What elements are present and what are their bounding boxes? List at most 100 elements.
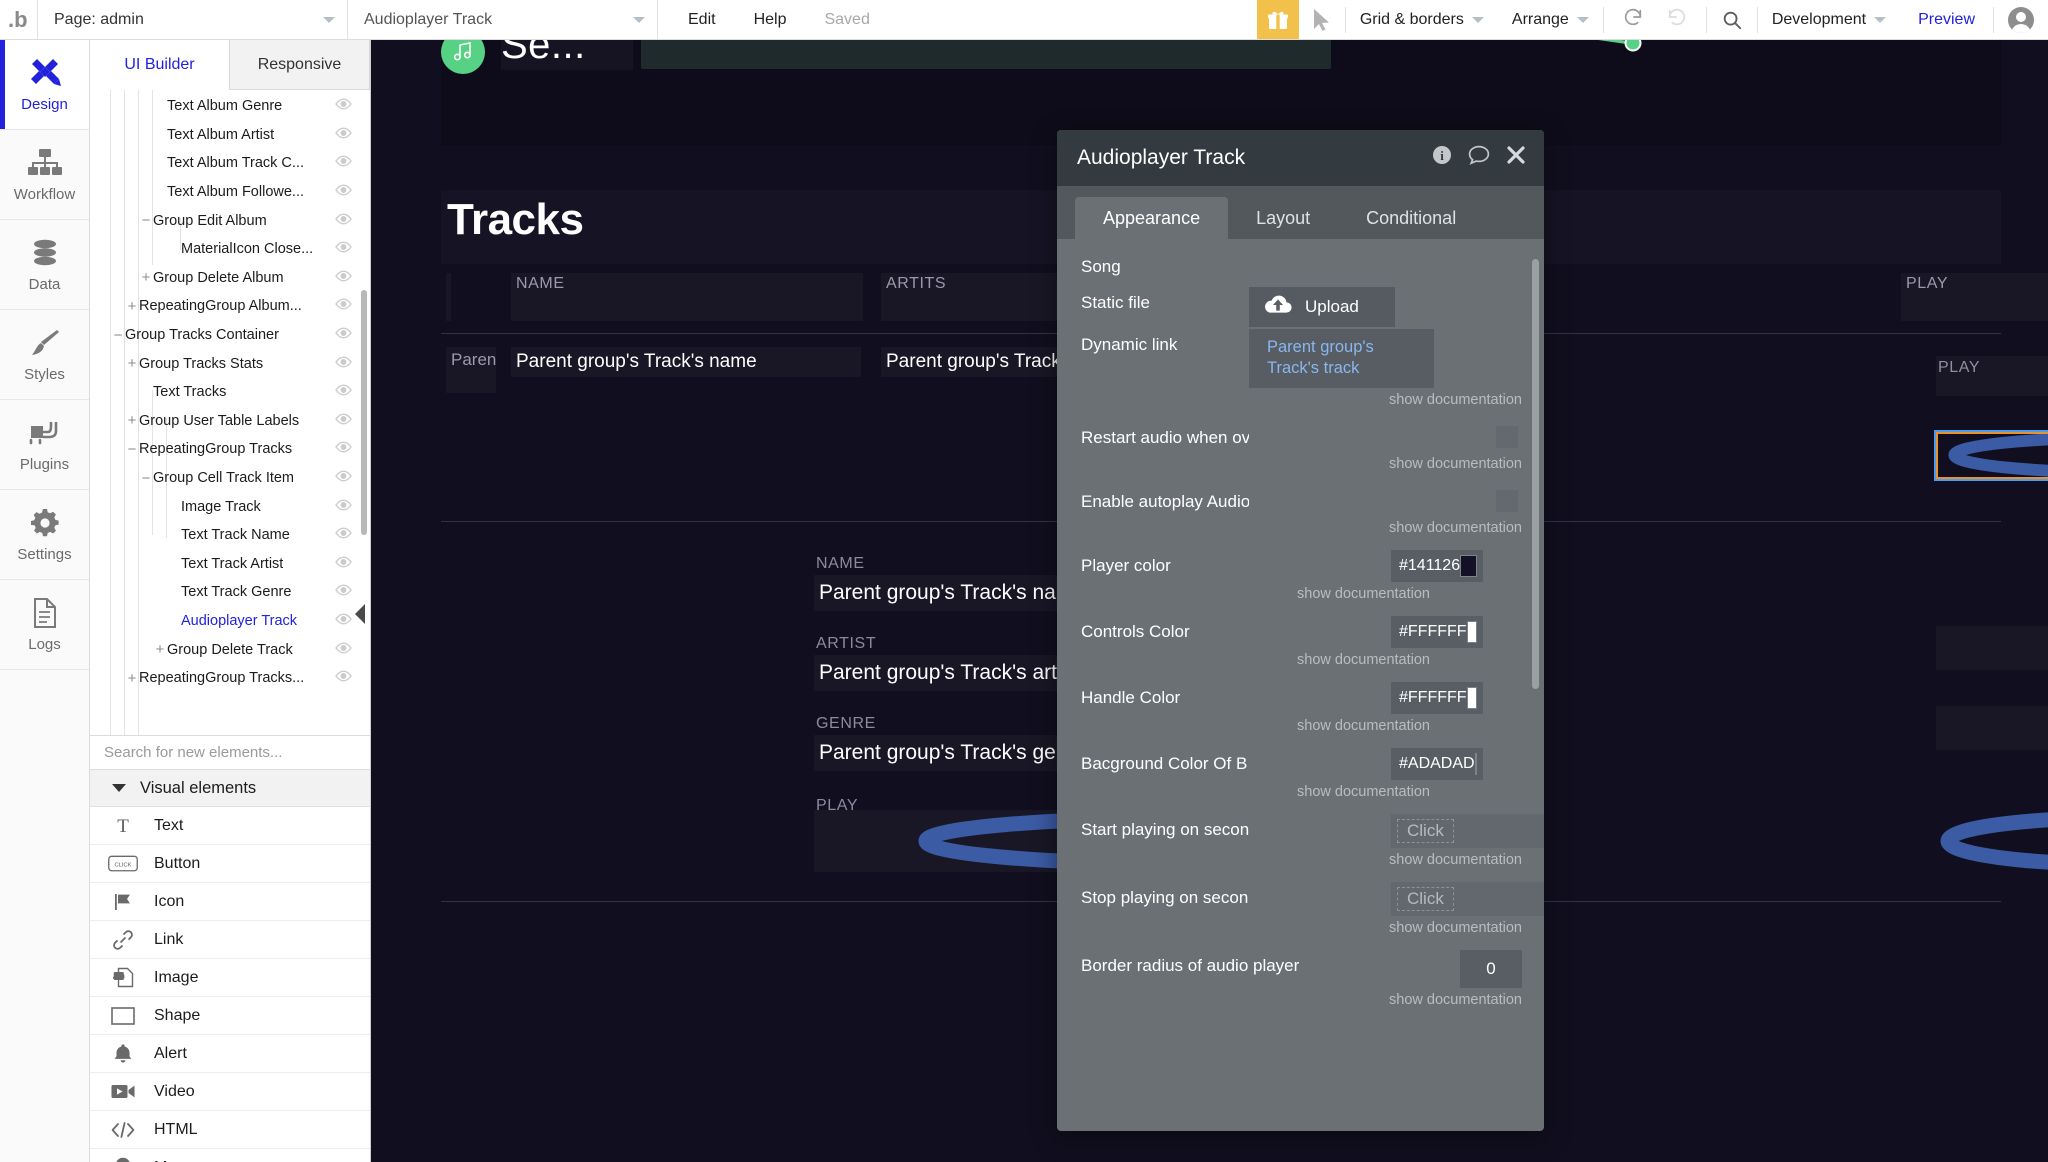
sidebar-item-settings[interactable]: Settings	[0, 490, 89, 580]
tree-toggle-icon[interactable]: −	[140, 470, 152, 487]
comment-icon[interactable]	[1468, 145, 1490, 171]
visual-element-html[interactable]: HTML	[90, 1111, 370, 1149]
show-documentation-link[interactable]: show documentation	[1081, 992, 1522, 1008]
tree-node[interactable]: − Group Cell Track Item	[90, 464, 370, 493]
redo-icon[interactable]	[1666, 6, 1688, 33]
tree-toggle-icon[interactable]: −	[140, 212, 152, 229]
workflow-click-field[interactable]: Click	[1391, 813, 1544, 848]
tree-toggle-icon[interactable]: +	[126, 412, 138, 429]
eye-visibility-icon[interactable]	[335, 384, 352, 400]
eye-visibility-icon[interactable]	[335, 127, 352, 143]
tree-node[interactable]: Text Track Genre	[90, 578, 370, 607]
arrange-menu[interactable]: Arrange	[1498, 0, 1603, 40]
tree-node[interactable]: Text Album Artist	[90, 121, 370, 150]
tree-scrollbar[interactable]	[361, 290, 367, 535]
tree-toggle-icon[interactable]: +	[154, 641, 166, 658]
eye-visibility-icon[interactable]	[335, 356, 352, 372]
undo-icon[interactable]	[1622, 6, 1644, 33]
element-tree[interactable]: Text Album Genre Text Album Artist Text Al…	[90, 90, 370, 735]
show-documentation-link[interactable]: show documentation	[1081, 784, 1430, 800]
eye-visibility-icon[interactable]	[335, 527, 352, 543]
tree-node[interactable]: + Group Delete Track	[90, 635, 370, 664]
eye-visibility-icon[interactable]	[335, 213, 352, 229]
visual-elements-header[interactable]: Visual elements	[90, 770, 370, 807]
eye-visibility-icon[interactable]	[335, 270, 352, 286]
tree-node[interactable]: − RepeatingGroup Tracks	[90, 435, 370, 464]
tree-node[interactable]: − Group Edit Album	[90, 206, 370, 235]
version-selector[interactable]: Development	[1758, 0, 1900, 40]
page-header-searchbar[interactable]	[641, 40, 1331, 69]
visual-element-button[interactable]: CLICK Button	[90, 845, 370, 883]
tree-node[interactable]: Text Album Followe...	[90, 178, 370, 207]
tab-appearance[interactable]: Appearance	[1075, 197, 1229, 239]
color-input[interactable]: #FFFFFF	[1391, 681, 1483, 714]
eye-visibility-icon[interactable]	[335, 298, 352, 314]
tree-node[interactable]: − Group Tracks Container	[90, 321, 370, 350]
tree-node[interactable]: Text Album Genre	[90, 92, 370, 121]
eye-visibility-icon[interactable]	[335, 327, 352, 343]
dynamic-expression-field[interactable]: Parent group's Track's track	[1249, 329, 1434, 388]
color-input[interactable]: #ADADAD	[1391, 747, 1483, 780]
workflow-click-field[interactable]: Click	[1391, 881, 1544, 916]
bubble-logo-icon[interactable]: .b	[0, 0, 38, 39]
tree-node[interactable]: + RepeatingGroup Album...	[90, 292, 370, 321]
color-swatch[interactable]	[1460, 554, 1477, 577]
element-selector[interactable]: Audioplayer Track	[348, 0, 658, 39]
visual-element-image[interactable]: JPG Image	[90, 959, 370, 997]
tree-node[interactable]: Image Track	[90, 492, 370, 521]
dialog-scrollbar[interactable]	[1532, 259, 1539, 689]
eye-visibility-icon[interactable]	[335, 670, 352, 686]
color-input[interactable]: #141126	[1391, 549, 1483, 582]
visual-element-alert[interactable]: Alert	[90, 1035, 370, 1073]
show-documentation-link[interactable]: show documentation	[1081, 852, 1522, 868]
show-documentation-link[interactable]: show documentation	[1081, 392, 1522, 408]
eye-visibility-icon[interactable]	[335, 556, 352, 572]
upload-button[interactable]: Upload	[1249, 287, 1395, 327]
menu-help[interactable]: Help	[754, 11, 787, 29]
tab-conditional[interactable]: Conditional	[1338, 197, 1484, 239]
tree-node[interactable]: + RepeatingGroup Tracks...	[90, 664, 370, 693]
checkbox[interactable]	[1496, 425, 1518, 448]
show-documentation-link[interactable]: show documentation	[1081, 920, 1522, 936]
eye-visibility-icon[interactable]	[335, 441, 352, 457]
checkbox[interactable]	[1496, 489, 1518, 512]
tree-node[interactable]: + Group Delete Album	[90, 264, 370, 293]
sidebar-item-plugins[interactable]: Plugins	[0, 400, 89, 490]
search-icon[interactable]	[1707, 0, 1757, 40]
tree-toggle-icon[interactable]: +	[126, 298, 138, 315]
sidebar-item-data[interactable]: Data	[0, 220, 89, 310]
cursor-arrow-icon[interactable]	[1299, 0, 1345, 39]
eye-visibility-icon[interactable]	[335, 98, 352, 114]
selected-element-outline[interactable]	[1934, 430, 2048, 481]
color-input[interactable]: #FFFFFF	[1391, 615, 1483, 648]
page-selector[interactable]: Page: admin	[38, 0, 348, 39]
tree-toggle-icon[interactable]: −	[112, 327, 124, 344]
visual-element-shape[interactable]: Shape	[90, 997, 370, 1035]
tab-responsive[interactable]: Responsive	[230, 40, 370, 89]
visual-element-map[interactable]: Map	[90, 1149, 370, 1162]
tree-node[interactable]: Text Tracks	[90, 378, 370, 407]
tab-layout[interactable]: Layout	[1228, 197, 1338, 239]
sidebar-item-workflow[interactable]: Workflow	[0, 130, 89, 220]
visual-element-text[interactable]: T Text	[90, 807, 370, 845]
tree-node[interactable]: + Group Tracks Stats	[90, 349, 370, 378]
eye-visibility-icon[interactable]	[335, 642, 352, 658]
show-documentation-link[interactable]: show documentation	[1081, 586, 1430, 602]
tree-node[interactable]: Text Album Track C...	[90, 149, 370, 178]
gift-icon[interactable]	[1256, 0, 1299, 39]
eye-visibility-icon[interactable]	[335, 184, 352, 200]
show-documentation-link[interactable]: show documentation	[1081, 652, 1430, 668]
grid-borders-menu[interactable]: Grid & borders	[1346, 0, 1498, 40]
visual-element-link[interactable]: Link	[90, 921, 370, 959]
show-documentation-link[interactable]: show documentation	[1081, 456, 1522, 472]
close-icon[interactable]	[1506, 145, 1526, 171]
preview-button[interactable]: Preview	[1900, 11, 1993, 29]
tree-node[interactable]: Text Track Artist	[90, 550, 370, 579]
tree-toggle-icon[interactable]: +	[126, 355, 138, 372]
number-input[interactable]: 0	[1460, 949, 1522, 988]
tree-toggle-icon[interactable]: −	[126, 441, 138, 458]
tree-node[interactable]: Text Track Name	[90, 521, 370, 550]
color-swatch[interactable]	[1474, 752, 1477, 775]
tree-toggle-icon[interactable]: +	[126, 670, 138, 687]
show-documentation-link[interactable]: show documentation	[1081, 520, 1522, 536]
